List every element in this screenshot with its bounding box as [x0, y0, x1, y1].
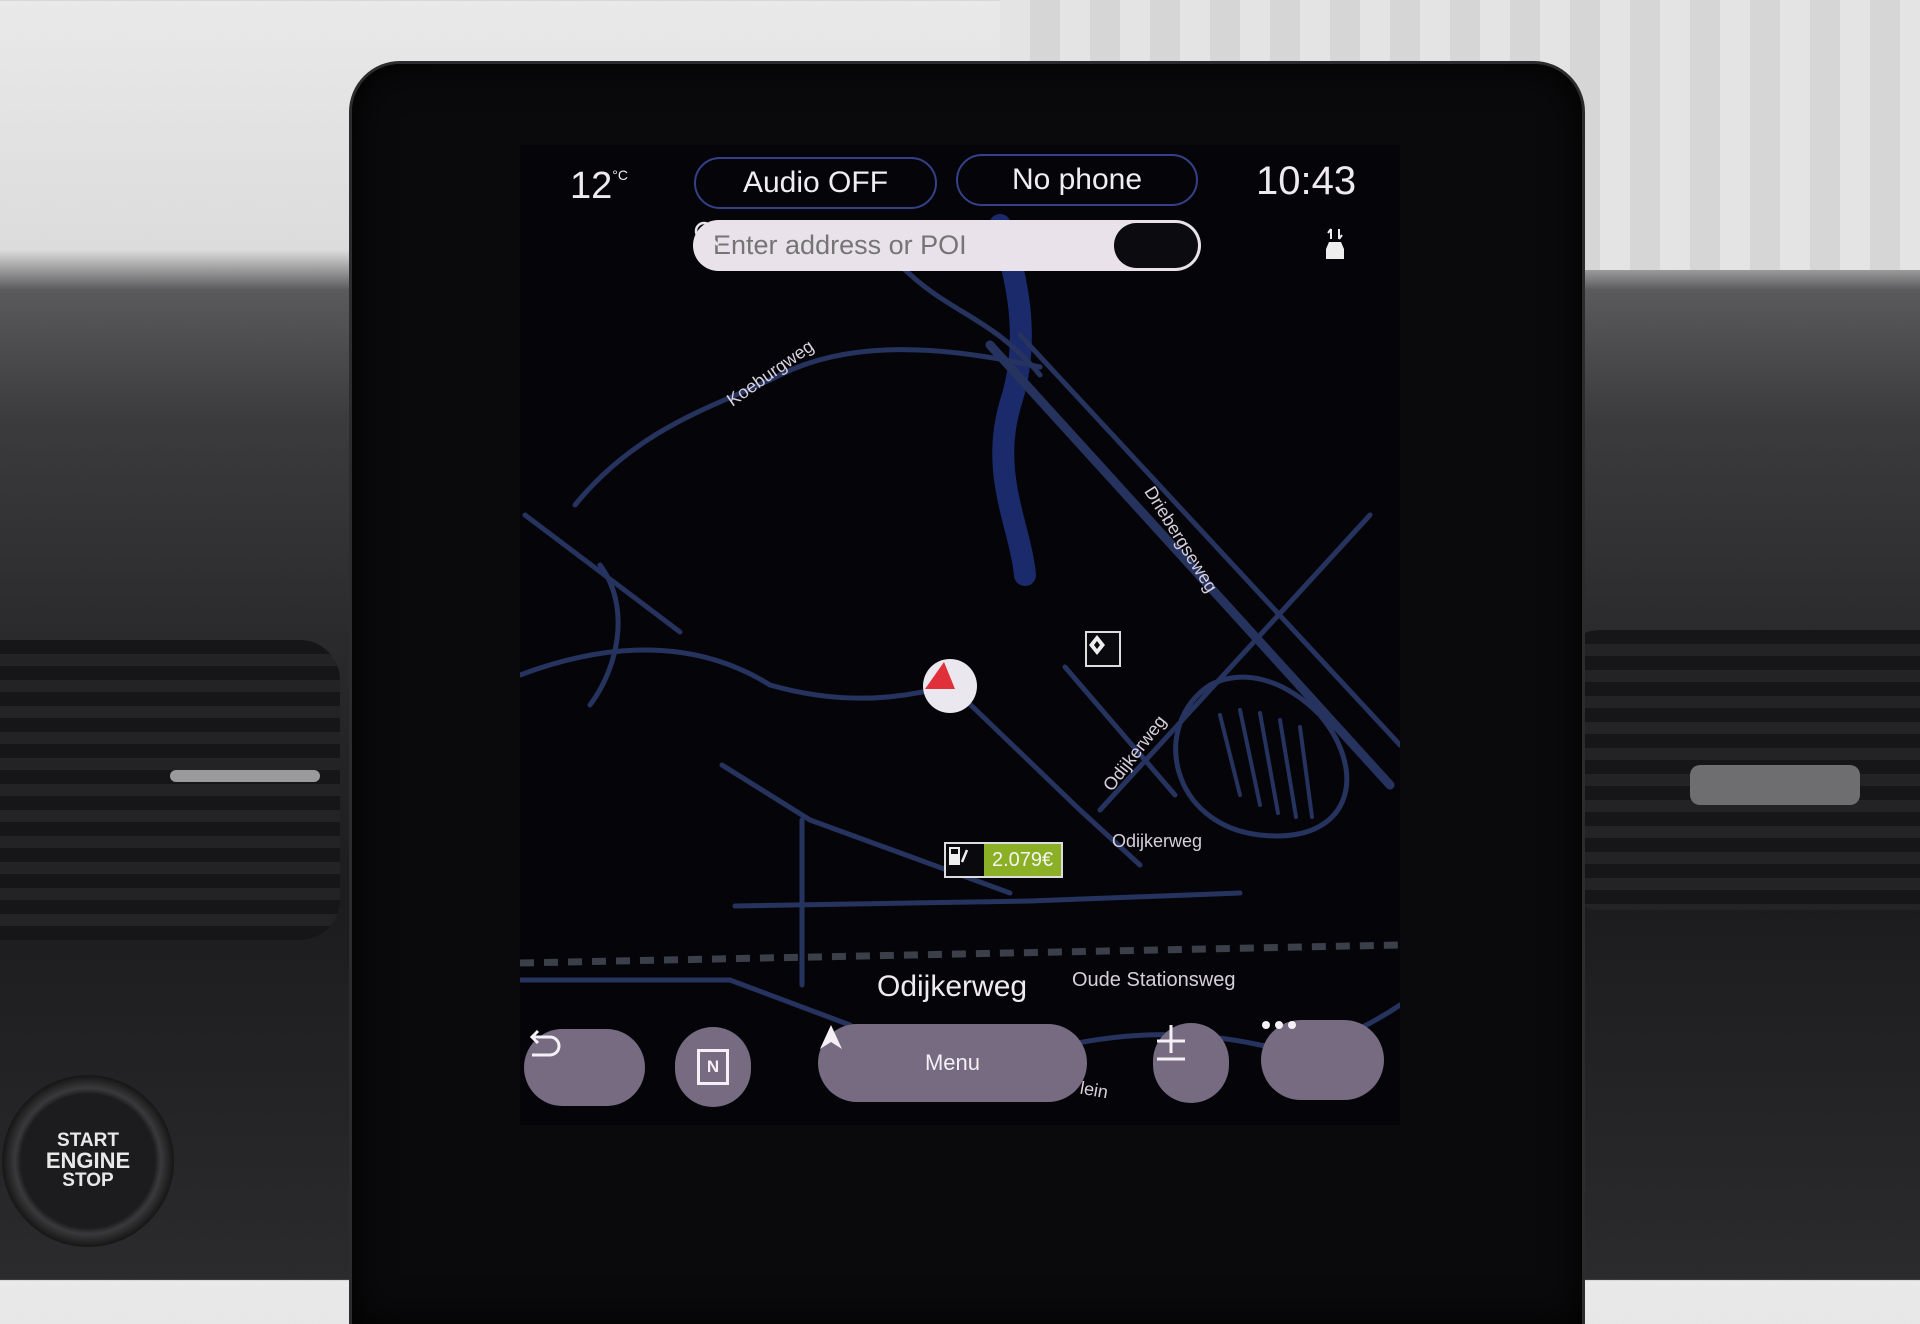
- infotainment-screen: 12°C Audio OFF No phone 10:43 Koeburgweg…: [520, 145, 1400, 1125]
- back-icon: [529, 1029, 561, 1057]
- search-button[interactable]: [694, 221, 1198, 268]
- river: [989, 214, 1036, 586]
- menu-label: Menu: [924, 1050, 981, 1075]
- compass-north-button[interactable]: N: [675, 1027, 751, 1107]
- road-label-odijkerweg: Odijkerweg: [1112, 831, 1203, 851]
- renault-dealer-poi[interactable]: [1085, 631, 1121, 667]
- stop-label: STOP: [62, 1170, 114, 1191]
- road-nw2: [587, 562, 621, 708]
- menu-button[interactable]: Menu: [818, 1024, 1087, 1102]
- fuel-station-poi[interactable]: 2.079€: [944, 842, 1064, 878]
- fuel-price: 2.079€: [984, 844, 1062, 876]
- back-button[interactable]: [524, 1029, 645, 1106]
- air-vent-left: [0, 640, 340, 940]
- clock: 10:43: [1256, 159, 1357, 203]
- fuel-pump-icon: [949, 847, 969, 865]
- zoom-icon: [1157, 1025, 1185, 1061]
- start-engine-stop-button[interactable]: START ENGINE STOP: [2, 1075, 174, 1247]
- route-dashed-line: [520, 941, 1400, 967]
- vent-slider-right: [1690, 765, 1860, 805]
- vehicle-arrow-icon: [925, 662, 955, 689]
- search-icon: [694, 221, 720, 247]
- audio-off-button[interactable]: Audio OFF: [694, 157, 937, 209]
- vehicle-position-marker: [923, 659, 977, 713]
- search-input[interactable]: [693, 229, 1114, 262]
- compass-icon: N: [697, 1049, 729, 1085]
- hatched-area: [1218, 708, 1314, 819]
- zoom-button[interactable]: [1153, 1023, 1229, 1103]
- renault-logo-icon: [1089, 635, 1105, 655]
- search-bar[interactable]: [693, 220, 1201, 271]
- more-options-button[interactable]: [1261, 1020, 1384, 1100]
- road-label-oude-stationsweg: Oude Stationsweg: [1072, 969, 1236, 991]
- navigation-arrow-icon: [820, 1025, 842, 1049]
- road-west: [520, 647, 953, 701]
- temperature-unit: °C: [612, 167, 628, 183]
- more-icon: [1262, 1021, 1296, 1029]
- road-koeburgweg: [572, 347, 1043, 508]
- engine-label: ENGINE: [45, 1148, 131, 1173]
- road-south: [732, 890, 1243, 909]
- road-nw: [522, 512, 683, 635]
- road-east: [1097, 512, 1373, 813]
- temperature: 12°C: [570, 165, 628, 207]
- vent-slider-left: [170, 770, 320, 782]
- no-phone-button[interactable]: No phone: [956, 154, 1198, 206]
- car-view-icon[interactable]: [1322, 227, 1348, 263]
- current-street-name: Odijkerweg: [877, 970, 1028, 1003]
